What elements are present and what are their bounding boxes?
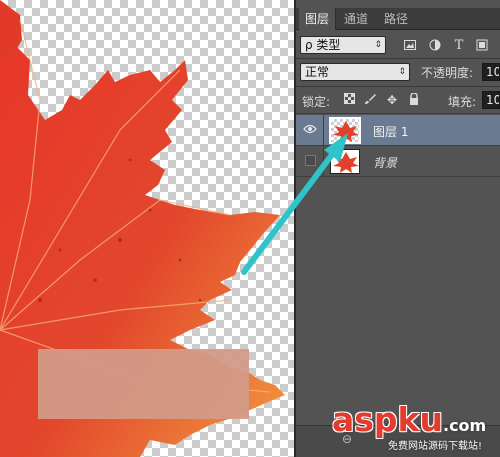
chevron-updown-icon: ⇕ <box>398 67 406 77</box>
chevron-updown-icon: ⇕ <box>374 40 382 50</box>
layers-panel-footer: ⊖ <box>296 425 500 457</box>
adjustment-filter-icon[interactable] <box>427 39 443 53</box>
tab-layers[interactable]: 图层 <box>299 8 337 30</box>
tab-paths[interactable]: 路径 <box>378 8 414 30</box>
filter-kind-dropdown[interactable]: ρ 类型 ⇕ <box>300 36 386 54</box>
layer-thumbnail[interactable] <box>330 149 360 174</box>
layer-name[interactable]: 图层 1 <box>373 123 408 140</box>
opacity-field[interactable]: 100% <box>482 63 500 81</box>
lock-label: 锁定: <box>302 95 331 109</box>
layer-name[interactable]: 背景 <box>373 154 397 171</box>
link-layers-icon[interactable]: ⊖ <box>342 432 352 446</box>
blend-mode-label: 正常 <box>305 65 330 79</box>
shape-filter-icon[interactable] <box>474 39 490 53</box>
visibility-toggle-empty[interactable] <box>305 155 316 166</box>
document-canvas[interactable] <box>0 0 296 457</box>
lock-move-icon[interactable]: ✥ <box>385 93 399 107</box>
image-filter-icon[interactable] <box>402 39 418 53</box>
panel-tabbar: 图层 通道 路径 <box>296 8 500 30</box>
lock-all-icon[interactable] <box>407 92 421 107</box>
type-filter-icon[interactable]: T <box>451 39 467 53</box>
tab-channels[interactable]: 通道 <box>338 8 374 30</box>
layer-row-layer1[interactable]: 图层 1 <box>296 115 500 146</box>
layer-row-background[interactable]: 背景 <box>296 146 500 177</box>
layers-panel: 图层 通道 路径 ρ 类型 ⇕ T 正常 ⇕ 不透明度: 100% 锁定: <box>296 0 500 457</box>
layer-thumbnail[interactable] <box>329 117 361 144</box>
blurred-text-patch <box>38 349 249 419</box>
layers-list: 图层 1 背景 <box>296 115 500 425</box>
fill-label: 填充: <box>448 95 477 109</box>
fill-field[interactable]: 100% <box>482 91 500 109</box>
blend-mode-dropdown[interactable]: 正常 ⇕ <box>300 63 410 81</box>
lock-brush-icon[interactable] <box>363 93 377 107</box>
opacity-label: 不透明度: <box>421 66 474 80</box>
filter-kind-label: ρ 类型 <box>305 38 341 52</box>
lock-transparent-icon[interactable] <box>342 93 356 107</box>
eye-icon[interactable] <box>302 122 318 138</box>
